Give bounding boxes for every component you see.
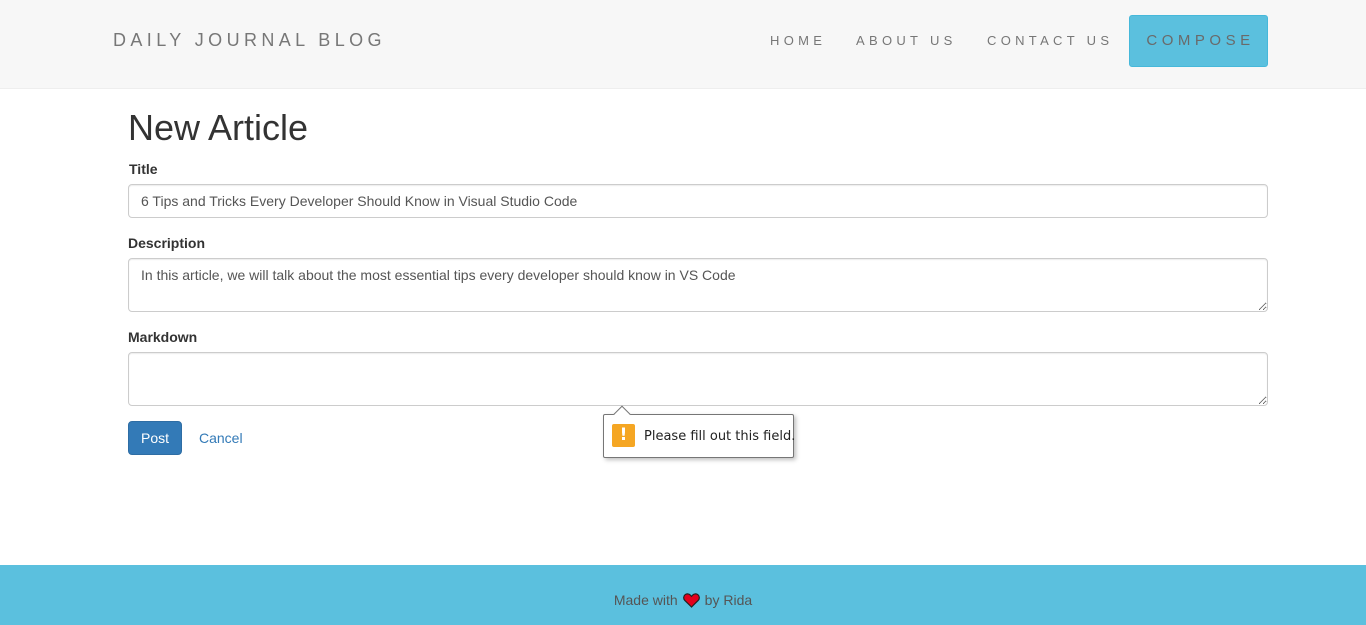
description-textarea[interactable]: In this article, we will talk about the … bbox=[128, 258, 1268, 312]
title-label: Title bbox=[129, 161, 158, 177]
cancel-link[interactable]: Cancel bbox=[199, 430, 243, 446]
heart-icon bbox=[682, 593, 700, 611]
nav-about-link[interactable]: ABOUT US bbox=[856, 33, 957, 48]
nav-home-link[interactable]: HOME bbox=[770, 33, 826, 48]
footer-suffix: by Rida bbox=[704, 592, 753, 608]
footer-prefix: Made with bbox=[613, 592, 678, 608]
brand-link[interactable]: DAILY JOURNAL BLOG bbox=[113, 30, 386, 51]
validation-tooltip: ! Please fill out this field. bbox=[603, 405, 796, 458]
tooltip-arrow bbox=[613, 405, 631, 423]
description-label: Description bbox=[128, 235, 206, 251]
page-title: New Article bbox=[128, 107, 309, 148]
compose-button[interactable]: COMPOSE bbox=[1129, 15, 1268, 67]
title-input[interactable] bbox=[128, 184, 1268, 218]
nav-contact-link[interactable]: CONTACT US bbox=[987, 33, 1113, 48]
footer-text: Made with by Rida bbox=[0, 592, 1366, 611]
warning-icon: ! bbox=[612, 424, 635, 447]
markdown-label: Markdown bbox=[128, 329, 198, 345]
post-button[interactable]: Post bbox=[128, 421, 182, 455]
markdown-textarea[interactable] bbox=[128, 352, 1268, 406]
footer: Made with by Rida bbox=[0, 565, 1366, 625]
navbar: DAILY JOURNAL BLOG HOME ABOUT US CONTACT… bbox=[0, 0, 1366, 89]
validation-message: Please fill out this field. bbox=[644, 429, 796, 444]
